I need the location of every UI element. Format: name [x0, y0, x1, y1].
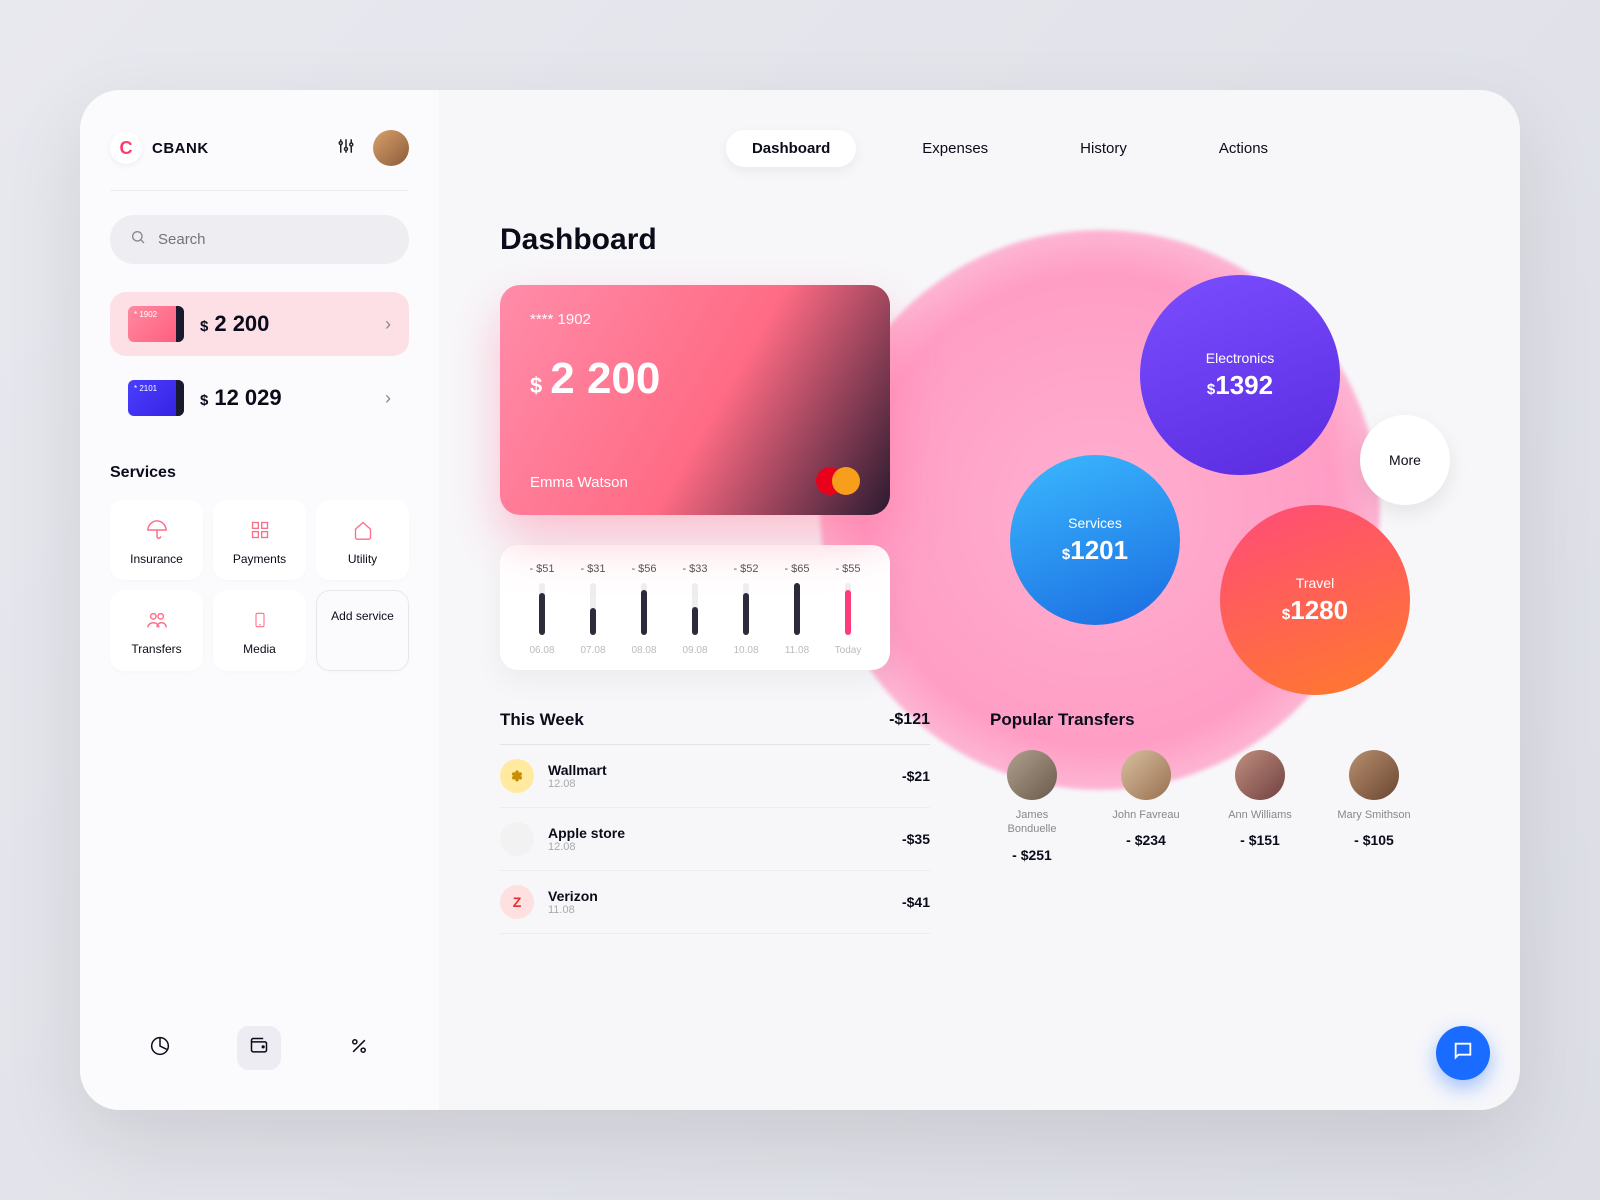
services-heading: Services [110, 464, 409, 482]
tab-history[interactable]: History [1054, 130, 1153, 167]
transaction-row[interactable]: ✽Wallmart12.08 -$21 [500, 745, 930, 808]
transfer-person[interactable]: James Bonduelle- $251 [990, 750, 1074, 863]
card-number: **** 1902 [530, 311, 860, 328]
this-week-total: -$121 [889, 711, 930, 729]
chart-bar: - $3309.08 [675, 563, 715, 656]
bubble-services[interactable]: Services $1201 [1010, 455, 1180, 625]
chat-button[interactable] [1436, 1026, 1490, 1080]
main-content: Dashboard Expenses History Actions Dashb… [440, 90, 1520, 1110]
transfer-person[interactable]: Mary Smithson- $105 [1332, 750, 1416, 863]
mastercard-icon [816, 467, 860, 495]
nav-wallet[interactable] [237, 1026, 281, 1070]
service-transfers[interactable]: Transfers [110, 590, 203, 670]
chevron-right-icon: › [385, 314, 391, 335]
search-input[interactable] [158, 231, 389, 248]
avatar [1121, 750, 1171, 800]
bubble-electronics[interactable]: Electronics $1392 [1140, 275, 1340, 475]
daily-spend-chart: - $5106.08 - $3107.08 - $5608.08 - $3309.08… [500, 545, 890, 670]
bubble-travel[interactable]: Travel $1280 [1220, 505, 1410, 695]
transfers-title: Popular Transfers [990, 710, 1460, 730]
bubble-more[interactable]: More [1360, 415, 1450, 505]
apple-icon [500, 822, 534, 856]
mini-card-icon: * 1902 [128, 306, 184, 342]
card-holder: Emma Watson [530, 474, 628, 491]
logo[interactable]: C CBANK [110, 132, 209, 164]
tab-dashboard[interactable]: Dashboard [726, 130, 856, 167]
transaction-amount: -$35 [902, 831, 930, 847]
chart-bar: - $5210.08 [726, 563, 766, 656]
tab-actions[interactable]: Actions [1193, 130, 1294, 167]
search-icon [130, 229, 146, 250]
home-icon [353, 518, 373, 542]
phone-icon [252, 608, 268, 632]
percent-icon [349, 1036, 369, 1061]
logo-icon: C [110, 132, 142, 164]
app-window: C CBANK * 1902 $2 200 › [80, 90, 1520, 1110]
account-card-1902[interactable]: * 1902 $2 200 › [110, 292, 409, 356]
pie-icon [150, 1036, 170, 1061]
mini-card-icon: * 2101 [128, 380, 184, 416]
top-tabs: Dashboard Expenses History Actions [560, 130, 1460, 167]
tab-expenses[interactable]: Expenses [896, 130, 1014, 167]
sidebar-header: C CBANK [110, 130, 409, 191]
nav-analytics[interactable] [138, 1026, 182, 1070]
chart-bar: - $5106.08 [522, 563, 562, 656]
services-grid: Insurance Payments Utility Transfers Med… [110, 500, 409, 671]
umbrella-icon [146, 518, 168, 542]
sidebar: C CBANK * 1902 $2 200 › [80, 90, 440, 1110]
avatar [1349, 750, 1399, 800]
service-media[interactable]: Media [213, 590, 306, 670]
this-week-section: This Week -$121 ✽Wallmart12.08 -$21 Appl… [500, 710, 930, 934]
brand-name: CBANK [152, 140, 209, 157]
walmart-icon: ✽ [500, 759, 534, 793]
chart-bar: - $55Today [828, 563, 868, 656]
wallet-icon [249, 1036, 269, 1061]
credit-card[interactable]: **** 1902 $2 200 Emma Watson [500, 285, 890, 515]
chart-bar: - $5608.08 [624, 563, 664, 656]
sliders-icon[interactable] [337, 137, 355, 160]
header-actions [337, 130, 409, 166]
avatar [1007, 750, 1057, 800]
transaction-row[interactable]: Apple store12.08 -$35 [500, 808, 930, 871]
transfer-person[interactable]: Ann Williams- $151 [1218, 750, 1302, 863]
this-week-title: This Week [500, 710, 584, 730]
grid-icon [250, 518, 270, 542]
transfer-person[interactable]: John Favreau- $234 [1104, 750, 1188, 863]
chat-icon [1452, 1040, 1474, 1067]
account-cards-list: * 1902 $2 200 › * 2101 $12 029 › [110, 292, 409, 430]
service-insurance[interactable]: Insurance [110, 500, 203, 580]
card-balance: $2 200 [530, 354, 860, 404]
transaction-amount: -$21 [902, 768, 930, 784]
category-bubbles: Electronics $1392 Services $1201 Travel … [930, 285, 1460, 670]
service-utility[interactable]: Utility [316, 500, 409, 580]
page-title: Dashboard [500, 223, 1460, 257]
nav-deals[interactable] [337, 1026, 381, 1070]
user-avatar[interactable] [373, 130, 409, 166]
bottom-nav [110, 996, 409, 1070]
transaction-row[interactable]: ZVerizon11.08 -$41 [500, 871, 930, 934]
service-add[interactable]: Add service [316, 590, 409, 670]
verizon-icon: Z [500, 885, 534, 919]
account-card-2101[interactable]: * 2101 $12 029 › [110, 366, 409, 430]
popular-transfers: Popular Transfers James Bonduelle- $251 … [990, 710, 1460, 934]
avatar [1235, 750, 1285, 800]
chart-bar: - $6511.08 [777, 563, 817, 656]
search-box[interactable] [110, 215, 409, 264]
chevron-right-icon: › [385, 388, 391, 409]
transaction-amount: -$41 [902, 894, 930, 910]
people-icon [146, 608, 168, 632]
chart-bar: - $3107.08 [573, 563, 613, 656]
service-payments[interactable]: Payments [213, 500, 306, 580]
